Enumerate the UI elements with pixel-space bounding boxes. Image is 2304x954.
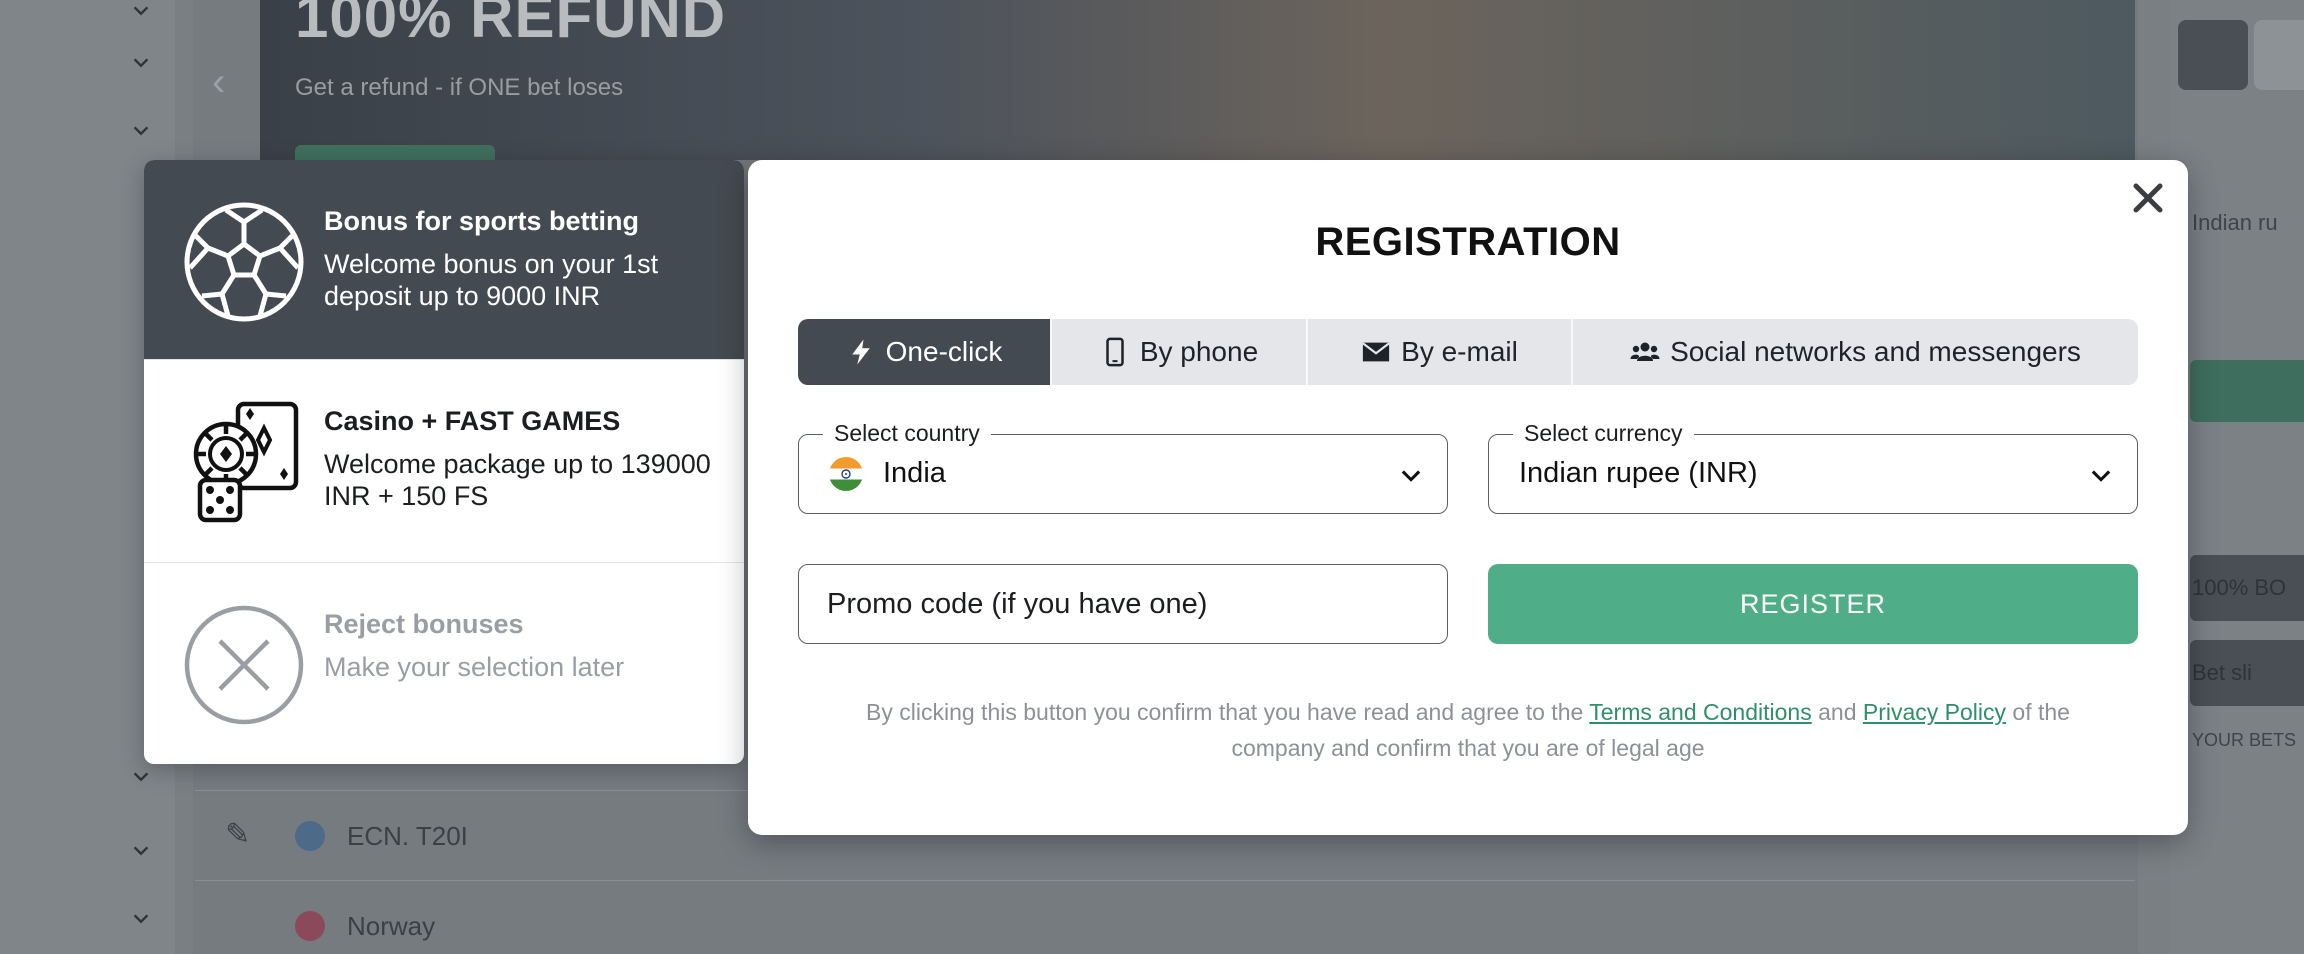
list-item[interactable]: Norway xyxy=(195,880,2135,954)
tab-by-email[interactable]: By e-mail xyxy=(1308,319,1573,385)
banner-subtitle: Get a refund - if ONE bet loses xyxy=(295,74,624,101)
currency-text: Indian ru xyxy=(2192,210,2278,235)
bet-slip-column: Indian ru 100% BO Bet sli YOUR BETS xyxy=(2170,0,2304,954)
tab-by-phone[interactable]: By phone xyxy=(1052,319,1308,385)
bonus-title: Casino + FAST GAMES xyxy=(324,406,621,436)
bonus-option-reject[interactable]: Reject bonuses Make your selection later xyxy=(144,563,744,763)
your-bets-text: YOUR BETS xyxy=(2192,730,2297,750)
event-name: ECN. T20I xyxy=(347,821,468,851)
bet-slip-text: Bet sli xyxy=(2192,660,2252,685)
bonus-text: 100% BO xyxy=(2192,575,2287,600)
tab-label: By phone xyxy=(1139,336,1259,367)
modal-title: REGISTRATION xyxy=(1315,220,1621,264)
bonus-description: Welcome bonus on your 1st deposit up to … xyxy=(324,249,659,311)
chevron-down-icon xyxy=(130,908,152,930)
chevron-down-icon xyxy=(130,766,152,788)
tab-one-click[interactable]: One-click xyxy=(798,319,1052,385)
bonus-selection-panel: Bonus for sports betting Welcome bonus o… xyxy=(144,160,744,764)
reject-x-circle-icon xyxy=(184,605,304,725)
chevron-down-icon xyxy=(1401,470,1421,482)
betslip-tab[interactable] xyxy=(2178,20,2248,90)
promo-banner: ‹ 100% REFUND Get a refund - if ONE bet … xyxy=(212,0,2135,175)
india-flag-icon xyxy=(829,457,863,491)
event-name: Norway xyxy=(347,911,436,941)
bonus-description: Welcome package up to 139000 INR + 150 F… xyxy=(324,449,711,511)
promo-code-input[interactable] xyxy=(798,564,1448,644)
chevron-down-icon xyxy=(130,52,152,74)
tab-label: One-click xyxy=(885,336,1003,367)
bonus-title: Reject bonuses xyxy=(324,609,524,639)
registration-method-tabs: One-click By phone By e-mail Social netw… xyxy=(798,319,2138,385)
casino-chips-cards-dice-icon xyxy=(193,401,299,523)
terms-link[interactable]: Terms and Conditions xyxy=(1589,699,1811,725)
chevron-down-icon xyxy=(130,840,152,862)
phone-icon xyxy=(1106,337,1124,367)
chevron-left-icon: ‹ xyxy=(212,60,226,104)
banner-title: 100% REFUND xyxy=(295,0,727,50)
legal-notice: By clicking this button you confirm that… xyxy=(828,694,2108,766)
legal-text: and xyxy=(1818,699,1857,725)
country-select-value: India xyxy=(883,457,946,489)
currency-select-label: Select currency xyxy=(1513,420,1694,447)
register-button[interactable]: REGISTER xyxy=(1488,564,2138,644)
country-select-label: Select country xyxy=(823,420,991,447)
lightning-icon xyxy=(851,339,870,365)
bonus-option-casino[interactable]: Casino + FAST GAMES Welcome package up t… xyxy=(144,360,744,563)
currency-select-value: Indian rupee (INR) xyxy=(1519,457,1758,489)
currency-select[interactable]: Select currency Indian rupee (INR) xyxy=(1488,420,2138,514)
chevron-down-icon xyxy=(2091,470,2111,482)
chevron-down-icon xyxy=(130,0,152,22)
flag-icon xyxy=(295,821,325,851)
privacy-link[interactable]: Privacy Policy xyxy=(1863,699,2006,725)
registration-modal: REGISTRATION One-click By phone By e-mai… xyxy=(748,160,2188,835)
chevron-down-icon xyxy=(130,120,152,142)
close-icon[interactable] xyxy=(2128,178,2168,218)
soccer-ball-icon xyxy=(184,202,304,322)
green-button[interactable] xyxy=(2190,360,2304,422)
country-select[interactable]: Select country India xyxy=(798,420,1448,514)
tab-label: Social networks and messengers xyxy=(1670,336,2081,367)
legal-text: By clicking this button you confirm that… xyxy=(866,699,1584,725)
flag-icon xyxy=(295,911,325,941)
tab-label: By e-mail xyxy=(1401,336,1518,367)
bonus-description: Make your selection later xyxy=(324,652,625,682)
envelope-icon xyxy=(1362,342,1390,362)
tab-social-networks[interactable]: Social networks and messengers xyxy=(1573,319,2138,385)
bonus-option-sports[interactable]: Bonus for sports betting Welcome bonus o… xyxy=(144,160,744,360)
mobile-tab[interactable] xyxy=(2254,20,2304,90)
bonus-title: Bonus for sports betting xyxy=(324,206,639,236)
pin-icon: ✎ xyxy=(225,818,251,851)
users-icon xyxy=(1630,342,1660,361)
